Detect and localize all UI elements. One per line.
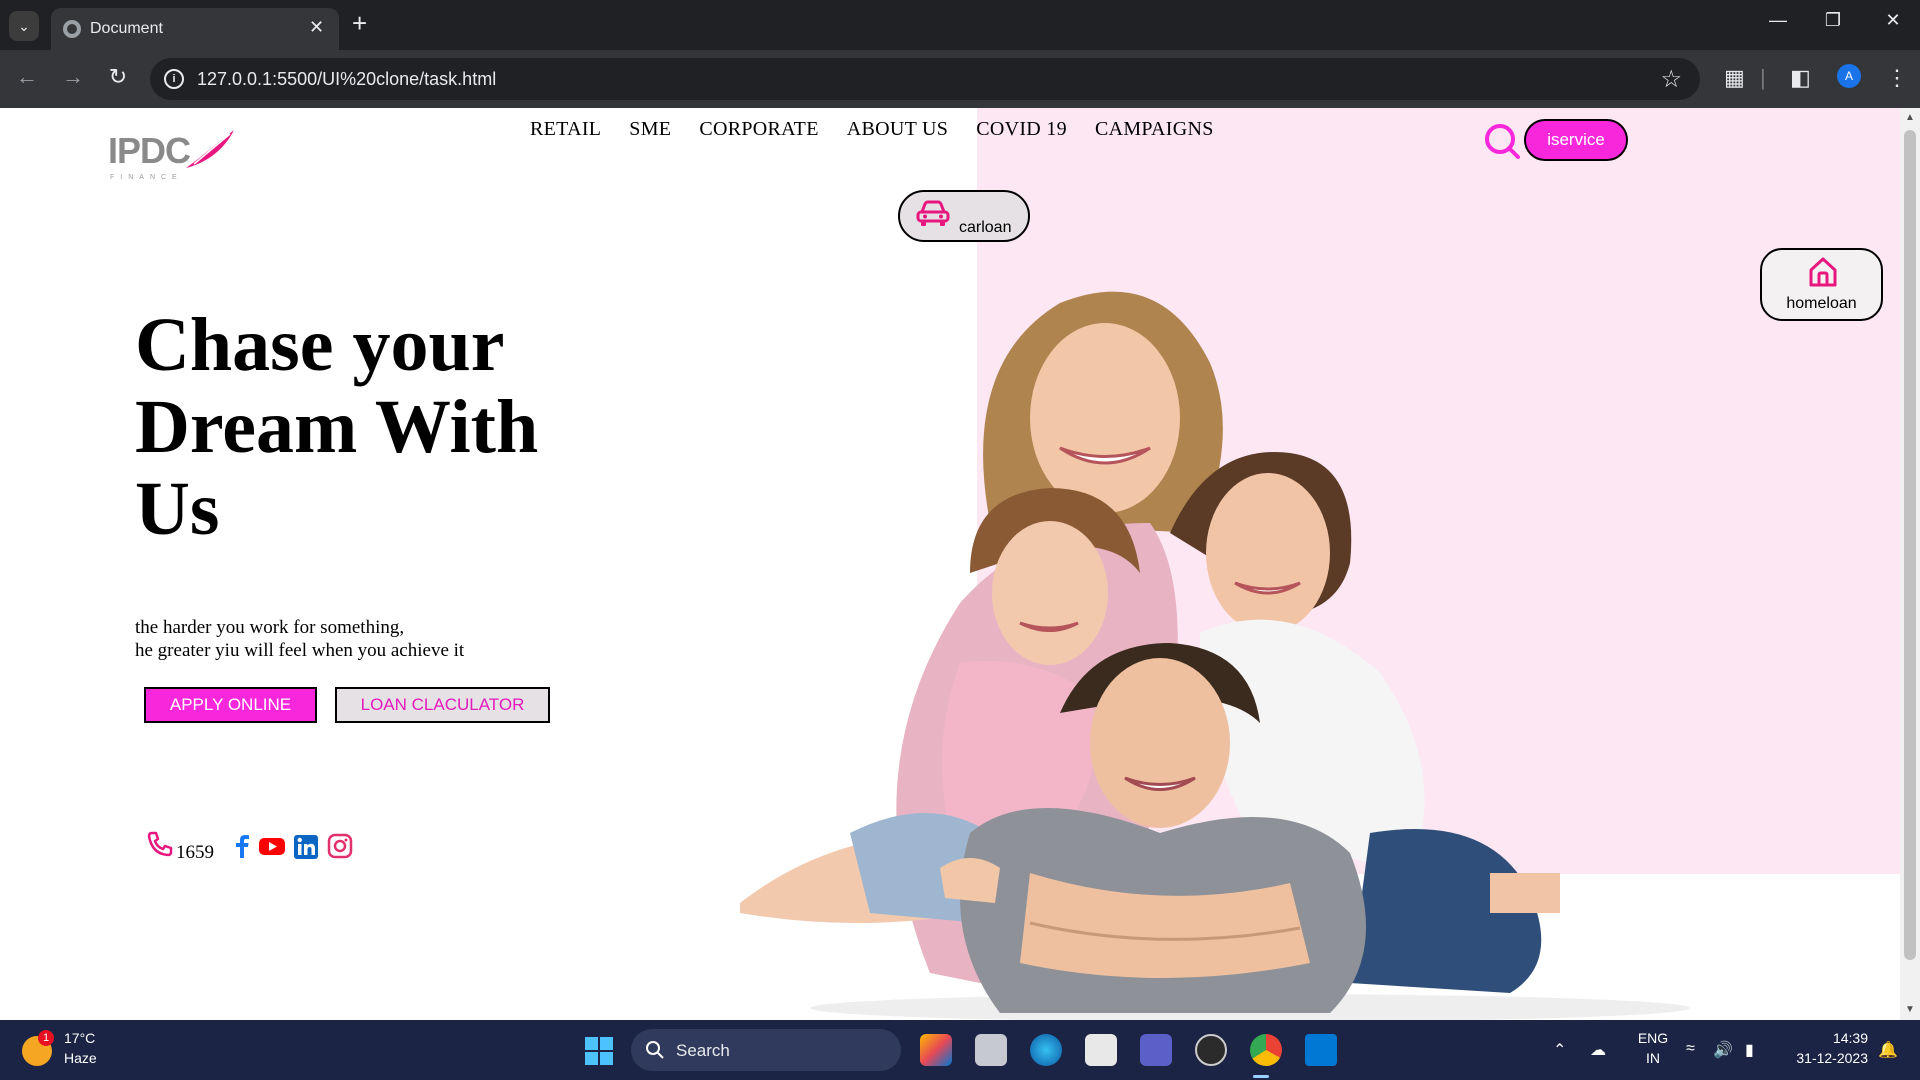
logo-text: IPDC: [108, 130, 191, 171]
minimize-button[interactable]: —: [1758, 10, 1798, 31]
page-viewport: IPDC FINANCE RETAIL SME CORPORATE ABOUT …: [0, 108, 1900, 1020]
bookmark-star-icon[interactable]: ☆: [1660, 65, 1682, 94]
carloan-button[interactable]: carloan: [898, 190, 1030, 242]
logo-feather-icon: [186, 130, 234, 168]
close-tab-icon[interactable]: ✕: [309, 17, 324, 38]
vscode-app-icon[interactable]: [1305, 1034, 1337, 1066]
tab-title: Document: [90, 20, 163, 37]
weather-badge: 1: [38, 1030, 54, 1046]
nav-corporate[interactable]: CORPORATE: [699, 118, 818, 141]
extensions-icon[interactable]: ▦: [1724, 65, 1745, 91]
wifi-icon[interactable]: ≈: [1686, 1040, 1695, 1058]
windows-start-icon[interactable]: [584, 1036, 614, 1066]
store-app-icon[interactable]: [1085, 1034, 1117, 1066]
globe-icon: [63, 20, 81, 38]
close-window-button[interactable]: ✕: [1873, 10, 1913, 31]
homeloan-button[interactable]: homeloan: [1760, 248, 1883, 321]
weather-description[interactable]: Haze: [64, 1050, 97, 1066]
site-info-icon[interactable]: i: [164, 69, 184, 89]
carloan-label: carloan: [959, 219, 1012, 236]
side-panel-icon[interactable]: ◧: [1790, 65, 1811, 91]
edge-browser-icon[interactable]: [1030, 1034, 1062, 1066]
teams-app-icon[interactable]: [1140, 1034, 1172, 1066]
menu-kebab-icon[interactable]: ⋮: [1886, 65, 1908, 91]
task-view-icon[interactable]: [975, 1034, 1007, 1066]
new-tab-button[interactable]: +: [352, 10, 367, 36]
back-icon[interactable]: ←: [12, 64, 42, 90]
nav-sme[interactable]: SME: [629, 118, 671, 141]
apply-online-button[interactable]: APPLY ONLINE: [144, 687, 317, 723]
onedrive-icon[interactable]: ☁: [1590, 1040, 1606, 1060]
reload-icon[interactable]: ↻: [103, 64, 133, 90]
language-line-1[interactable]: ENG: [1633, 1030, 1673, 1046]
search-label: Search: [676, 1041, 730, 1060]
linkedin-icon[interactable]: [292, 832, 320, 860]
url-text[interactable]: 127.0.0.1:5500/UI%20clone/task.html: [197, 69, 496, 90]
restore-button[interactable]: ❐: [1813, 10, 1853, 31]
toolbar-divider: |: [1760, 65, 1766, 90]
scroll-up-arrow[interactable]: ▲: [1905, 112, 1915, 123]
phone-number: 1659: [176, 842, 214, 863]
hero-tagline-line-2: he greater yiu will feel when you achiev…: [135, 640, 465, 661]
clock-date[interactable]: 31-12-2023: [1778, 1050, 1868, 1066]
notification-bell-icon[interactable]: 🔔: [1878, 1040, 1898, 1060]
browser-toolbar: ← → ↻ i 127.0.0.1:5500/UI%20clone/task.h…: [0, 50, 1920, 108]
active-app-indicator: [1253, 1075, 1269, 1078]
youtube-icon[interactable]: [258, 832, 286, 860]
clock-time[interactable]: 14:39: [1778, 1030, 1868, 1046]
iservice-button[interactable]: iservice: [1524, 119, 1628, 161]
loan-calculator-button[interactable]: LOAN CLACULATOR: [335, 687, 550, 723]
search-icon: [646, 1041, 664, 1059]
forward-icon[interactable]: →: [58, 64, 88, 90]
nav-retail[interactable]: RETAIL: [530, 118, 601, 141]
home-icon: [1809, 257, 1837, 287]
profile-avatar[interactable]: A: [1837, 64, 1861, 88]
instagram-icon[interactable]: [326, 832, 354, 860]
chevron-down-icon: ⌄: [18, 17, 30, 34]
main-navigation: RETAIL SME CORPORATE ABOUT US COVID 19 C…: [530, 118, 1214, 141]
page-scrollbar[interactable]: ▲ ▼: [1900, 108, 1920, 1020]
ipdc-logo[interactable]: IPDC FINANCE: [108, 126, 234, 181]
nav-campaigns[interactable]: CAMPAIGNS: [1095, 118, 1214, 141]
hero-title: Chase your Dream With Us: [135, 303, 539, 551]
copilot-app-icon[interactable]: [920, 1034, 952, 1066]
hero-tagline-line-1: the harder you work for something,: [135, 617, 405, 638]
facebook-icon[interactable]: [228, 832, 256, 860]
phone-icon[interactable]: [146, 830, 174, 858]
nav-about-us[interactable]: ABOUT US: [847, 118, 949, 141]
windows-taskbar: 1 17°C Haze Search ⌃ ☁ ENG IN ≈ 🔊 ▮ 14:3…: [0, 1020, 1920, 1080]
weather-temperature[interactable]: 17°C: [64, 1030, 95, 1046]
car-icon: [916, 200, 950, 226]
scroll-down-arrow[interactable]: ▼: [1905, 1004, 1915, 1015]
homeloan-label: homeloan: [1786, 295, 1857, 312]
logo-subtitle: FINANCE: [110, 174, 183, 181]
battery-icon[interactable]: ▮: [1745, 1040, 1754, 1060]
nav-covid-19[interactable]: COVID 19: [976, 118, 1067, 141]
search-icon[interactable]: [1482, 121, 1522, 161]
taskbar-search[interactable]: Search: [631, 1029, 901, 1071]
address-bar[interactable]: i 127.0.0.1:5500/UI%20clone/task.html ☆: [150, 58, 1700, 100]
chevron-up-icon[interactable]: ⌃: [1553, 1040, 1566, 1060]
browser-tab[interactable]: Document ✕: [51, 8, 339, 50]
tab-search-button[interactable]: ⌄: [9, 11, 39, 41]
chrome-app-icon[interactable]: [1250, 1034, 1282, 1066]
dell-app-icon[interactable]: [1195, 1034, 1227, 1066]
scroll-thumb[interactable]: [1904, 130, 1916, 960]
language-line-2[interactable]: IN: [1633, 1050, 1673, 1066]
volume-icon[interactable]: 🔊: [1713, 1040, 1733, 1060]
family-photo: [740, 291, 1690, 1020]
browser-tab-strip: ⌄ Document ✕ + — ❐ ✕: [0, 0, 1920, 50]
hero-tagline: the harder you work for something, he gr…: [135, 616, 464, 662]
